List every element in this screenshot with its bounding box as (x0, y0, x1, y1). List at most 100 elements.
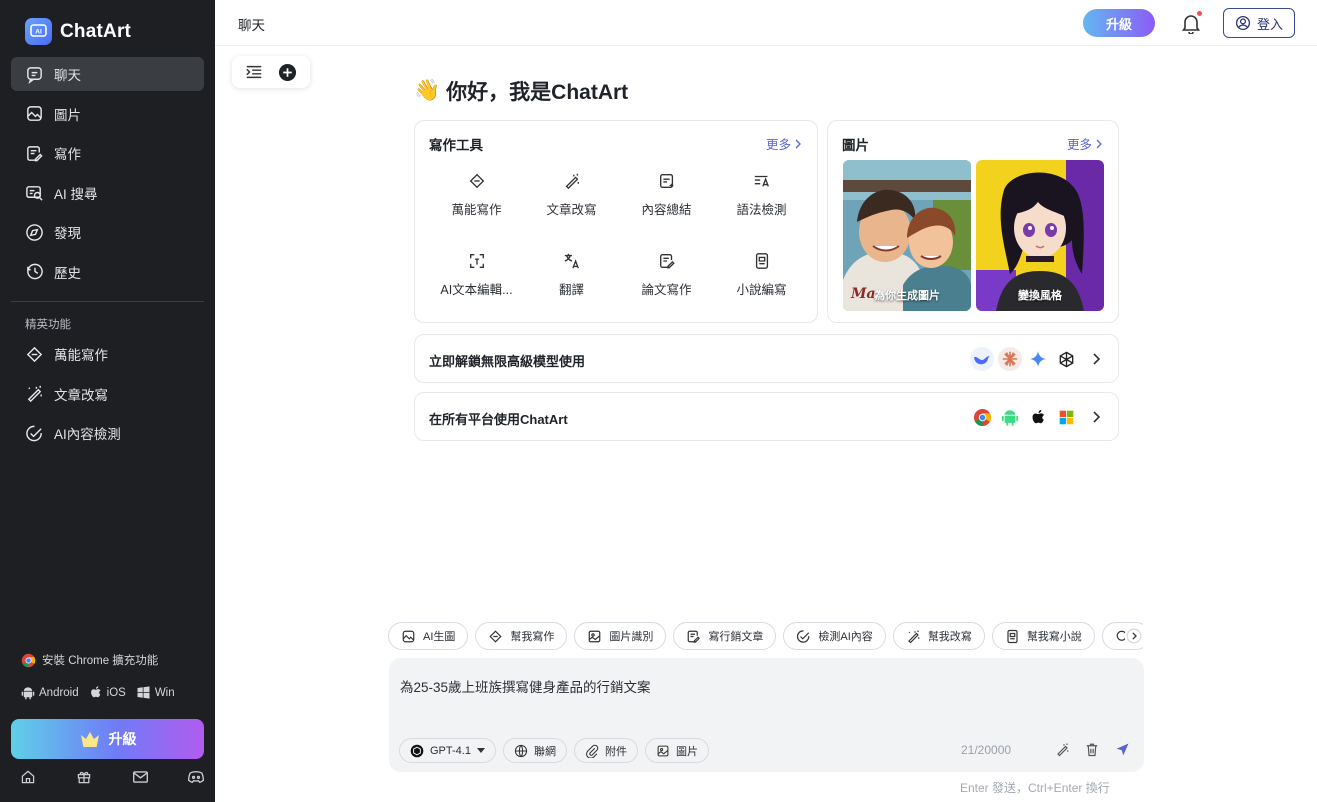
chip-marketing-article[interactable]: 寫行銷文章 (673, 622, 777, 650)
page-title: 聊天 (238, 18, 265, 33)
sidebar-item-label: 發現 (54, 226, 81, 242)
tool-label: 小說編寫 (736, 283, 787, 297)
tool-article-rewrite[interactable]: 文章改寫 (524, 165, 619, 245)
chips-scroll-right-button[interactable] (1125, 626, 1143, 646)
image-tile-caption: 為你生成圖片 (874, 290, 940, 302)
platform-label: iOS (106, 686, 126, 699)
char-counter: 21/20000 (961, 743, 1012, 757)
magic-wand-icon[interactable] (1054, 741, 1070, 757)
new-chat-icon[interactable] (278, 63, 297, 82)
message-input[interactable]: 為25-35歲上班族撰寫健身產品的行銷文案 (400, 676, 651, 696)
login-button[interactable]: 登入 (1223, 8, 1295, 38)
chip-help-rewrite[interactable]: 幫我改寫 (892, 622, 985, 650)
notification-dot (1197, 11, 1202, 16)
windows-icon (1054, 405, 1078, 429)
check-circle-icon (26, 425, 42, 441)
compass-icon (26, 224, 43, 241)
model-selector[interactable]: GPT-4.1 (399, 738, 496, 763)
sidebar-item-writing[interactable]: 寫作 (11, 136, 204, 170)
chevron-right-icon (1093, 353, 1101, 365)
discord-icon[interactable] (185, 767, 207, 787)
images-more-link[interactable]: 更多 (1067, 134, 1102, 153)
sidebar-item-label: AI 搜尋 (54, 186, 98, 202)
android-icon (21, 686, 35, 699)
header-upgrade-button[interactable]: 升級 (1083, 9, 1155, 37)
message-composer: 為25-35歲上班族撰寫健身產品的行銷文案 GPT-4.1 聯網 附件 圖片 2… (389, 658, 1144, 772)
use-on-all-platforms-row[interactable]: 在所有平台使用ChatArt (414, 392, 1119, 441)
chip-write-novel[interactable]: 幫我寫小說 (991, 622, 1095, 650)
card-title: 寫作工具 (429, 138, 483, 153)
writing-tools-more-link[interactable]: 更多 (766, 134, 801, 153)
tool-translate[interactable]: 翻譯 (524, 245, 619, 325)
card-title: 圖片 (842, 138, 869, 153)
magic-wand-icon (565, 173, 579, 190)
gift-icon[interactable] (73, 767, 95, 787)
image-upload-button[interactable]: 圖片 (644, 738, 709, 763)
sidebar-item-universal-writing[interactable]: 萬能寫作 (11, 337, 204, 371)
chatart-logo-icon: AI (25, 18, 52, 45)
tool-content-summary[interactable]: 內容總結 (619, 165, 714, 245)
openai-icon (410, 744, 424, 757)
tool-label: 翻譯 (558, 283, 584, 297)
toggle-list-icon[interactable] (245, 64, 263, 80)
sidebar-item-chat[interactable]: 聊天 (11, 57, 204, 91)
tool-novel-writing[interactable]: 小說編寫 (714, 245, 809, 325)
brand[interactable]: AI ChatArt (25, 18, 131, 45)
openai-icon (1054, 347, 1078, 371)
trash-icon[interactable] (1084, 741, 1100, 757)
attach-button[interactable]: 附件 (573, 738, 638, 763)
image-icon (27, 106, 42, 121)
essay-icon (659, 254, 675, 269)
sidebar-item-label: 寫作 (54, 147, 81, 163)
images-card: 圖片 更多 Ma 為你生成圖片 變換風格 (827, 120, 1119, 323)
chevron-right-icon (795, 139, 801, 148)
prompt-chips: AI生圖 幫我寫作 圖片識別 寫行銷文章 檢測AI內容 幫我改寫 幫我寫小說 (388, 622, 1143, 650)
send-icon[interactable] (1114, 741, 1130, 757)
writing-tools-grid: 萬能寫作 文章改寫 內容總結 語法檢測 AI文本編輯... 翻譯 論文寫作 小說… (429, 165, 809, 325)
pen-diamond-icon (489, 629, 503, 643)
image-tile-generate[interactable]: Ma 為你生成圖片 (843, 160, 971, 311)
web-search-toggle[interactable]: 聯網 (502, 738, 567, 763)
chip-help-write[interactable]: 幫我寫作 (475, 622, 568, 650)
more-label: 更多 (1066, 138, 1092, 152)
platform-ios[interactable]: iOS (89, 685, 126, 700)
sidebar-item-ai-detect[interactable]: AI內容檢測 (11, 416, 204, 450)
chevron-right-circle-icon (1126, 628, 1142, 644)
home-icon[interactable] (17, 767, 39, 787)
unlock-models-row[interactable]: 立即解鎖無限高級模型使用 (414, 334, 1119, 383)
platform-android[interactable]: Android (21, 686, 79, 700)
greeting-text: 你好，我是ChatArt (446, 81, 629, 104)
sidebar-item-ai-search[interactable]: AI 搜尋 (11, 176, 204, 210)
wave-emoji: 👋 (414, 79, 441, 102)
tool-grammar-check[interactable]: 語法檢測 (714, 165, 809, 245)
more-label: 更多 (765, 138, 791, 152)
chip-label: AI生圖 (423, 631, 456, 643)
chip-detect-ai[interactable]: 檢測AI內容 (783, 622, 886, 650)
sidebar-upgrade-button[interactable]: 升級 (11, 719, 204, 759)
mail-icon[interactable] (129, 767, 151, 787)
image-tile-style-transfer[interactable]: 變換風格 (976, 160, 1104, 311)
platform-win[interactable]: Win (136, 685, 175, 700)
tool-universal-writing[interactable]: 萬能寫作 (429, 165, 524, 245)
keyboard-hint: Enter 發送，Ctrl+Enter 換行 (960, 781, 1110, 795)
windows-icon (137, 686, 150, 699)
sidebar-item-discover[interactable]: 發現 (11, 215, 204, 249)
claude-icon (998, 347, 1022, 371)
novel-icon (755, 253, 768, 269)
image-icon (657, 745, 669, 756)
sidebar-item-label: 聊天 (54, 68, 81, 83)
translate-icon (564, 253, 579, 269)
ai-text-edit-icon (469, 254, 484, 268)
chip-label: 幫我寫作 (510, 631, 555, 643)
chip-image-recognition[interactable]: 圖片識別 (574, 622, 667, 650)
platform-label: Android (39, 686, 79, 699)
tool-essay-writing[interactable]: 論文寫作 (619, 245, 714, 325)
sidebar-item-rewrite[interactable]: 文章改寫 (11, 377, 204, 411)
install-extension-link[interactable]: 安裝 Chrome 擴充功能 (21, 652, 158, 668)
sidebar-item-image[interactable]: 圖片 (11, 97, 204, 131)
sidebar-item-history[interactable]: 歷史 (11, 255, 204, 289)
chip-ai-image[interactable]: AI生圖 (388, 622, 469, 650)
tool-label: 圖片 (675, 745, 698, 758)
tool-ai-text-edit[interactable]: AI文本編輯... (429, 245, 524, 325)
row-label: 在所有平台使用ChatArt (429, 412, 568, 427)
